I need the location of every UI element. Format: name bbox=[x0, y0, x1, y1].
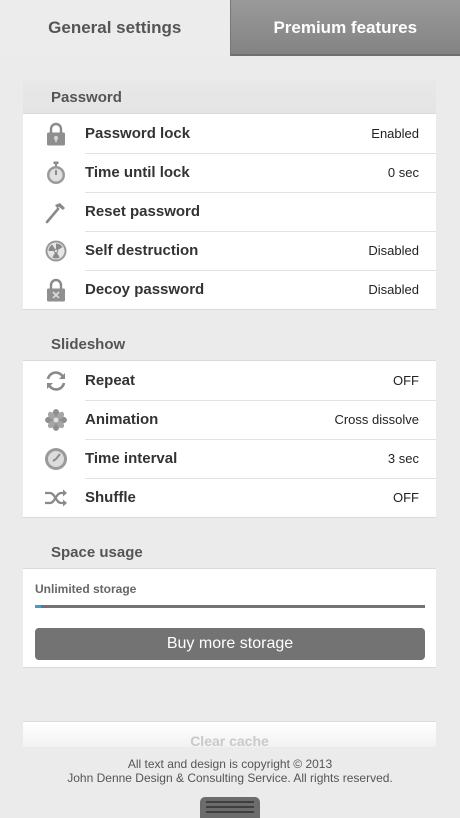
repeat-icon bbox=[44, 369, 68, 393]
space-usage-panel: Unlimited storage Buy more storage bbox=[23, 568, 436, 668]
time-interval-label: Time interval bbox=[85, 450, 178, 467]
lock-icon bbox=[44, 122, 68, 146]
animation-label: Animation bbox=[85, 411, 159, 428]
slideshow-group: Repeat OFF Animation Cross dissolve Time… bbox=[23, 360, 436, 518]
decoy-password-label: Decoy password bbox=[85, 281, 205, 298]
buy-more-storage-button[interactable]: Buy more storage bbox=[35, 628, 425, 660]
animation-row[interactable]: Animation Cross dissolve bbox=[23, 400, 436, 439]
decoy-lock-icon bbox=[44, 278, 68, 302]
slideshow-section-title: Slideshow bbox=[51, 336, 126, 353]
shuffle-value: OFF bbox=[393, 490, 419, 505]
self-destruction-value: Disabled bbox=[368, 243, 419, 258]
animation-value: Cross dissolve bbox=[334, 412, 419, 427]
shuffle-label: Shuffle bbox=[85, 489, 136, 506]
repeat-value: OFF bbox=[393, 373, 419, 388]
stopwatch-icon bbox=[44, 161, 68, 185]
radiation-icon bbox=[44, 239, 68, 263]
clear-cache-button[interactable]: Clear cache bbox=[23, 721, 436, 747]
shuffle-icon bbox=[44, 486, 68, 510]
storage-usage-fill bbox=[35, 605, 41, 608]
repeat-label: Repeat bbox=[85, 372, 136, 389]
decoy-password-value: Disabled bbox=[368, 282, 419, 297]
time-until-lock-label: Time until lock bbox=[85, 164, 190, 181]
storage-label: Unlimited storage bbox=[35, 582, 137, 596]
time-until-lock-row[interactable]: Time until lock 0 sec bbox=[23, 153, 436, 192]
password-lock-value: Enabled bbox=[371, 126, 419, 141]
password-lock-label: Password lock bbox=[85, 125, 191, 142]
copyright-line-1: All text and design is copyright © 2013 bbox=[127, 757, 333, 771]
tab-premium-features[interactable]: Premium features bbox=[229, 0, 460, 56]
password-group: Password lock Enabled Time until lock 0 … bbox=[23, 113, 436, 310]
tab-general-settings[interactable]: General settings bbox=[0, 0, 230, 56]
decoy-password-row[interactable]: Decoy password Disabled bbox=[23, 270, 436, 309]
repeat-row[interactable]: Repeat OFF bbox=[23, 361, 436, 400]
password-lock-row[interactable]: Password lock Enabled bbox=[23, 114, 436, 153]
time-interval-value: 3 sec bbox=[387, 451, 419, 466]
password-section-title: Password bbox=[51, 89, 122, 106]
space-usage-section-title: Space usage bbox=[51, 544, 143, 561]
clock-icon bbox=[44, 447, 68, 471]
self-destruction-label: Self destruction bbox=[85, 242, 199, 259]
time-until-lock-value: 0 sec bbox=[387, 165, 419, 180]
shuffle-row[interactable]: Shuffle OFF bbox=[23, 478, 436, 517]
menu-handle-icon[interactable] bbox=[200, 797, 260, 818]
copyright-line-2: John Denne Design & Consulting Service. … bbox=[67, 771, 393, 785]
time-interval-row[interactable]: Time interval 3 sec bbox=[23, 439, 436, 478]
reset-password-label: Reset password bbox=[85, 203, 201, 220]
flower-icon bbox=[44, 408, 68, 432]
storage-usage-bar bbox=[35, 605, 425, 608]
self-destruction-row[interactable]: Self destruction Disabled bbox=[23, 231, 436, 270]
reset-password-row[interactable]: Reset password bbox=[23, 192, 436, 231]
hammer-icon bbox=[44, 200, 68, 224]
tab-bar: General settings Premium features bbox=[0, 0, 460, 56]
